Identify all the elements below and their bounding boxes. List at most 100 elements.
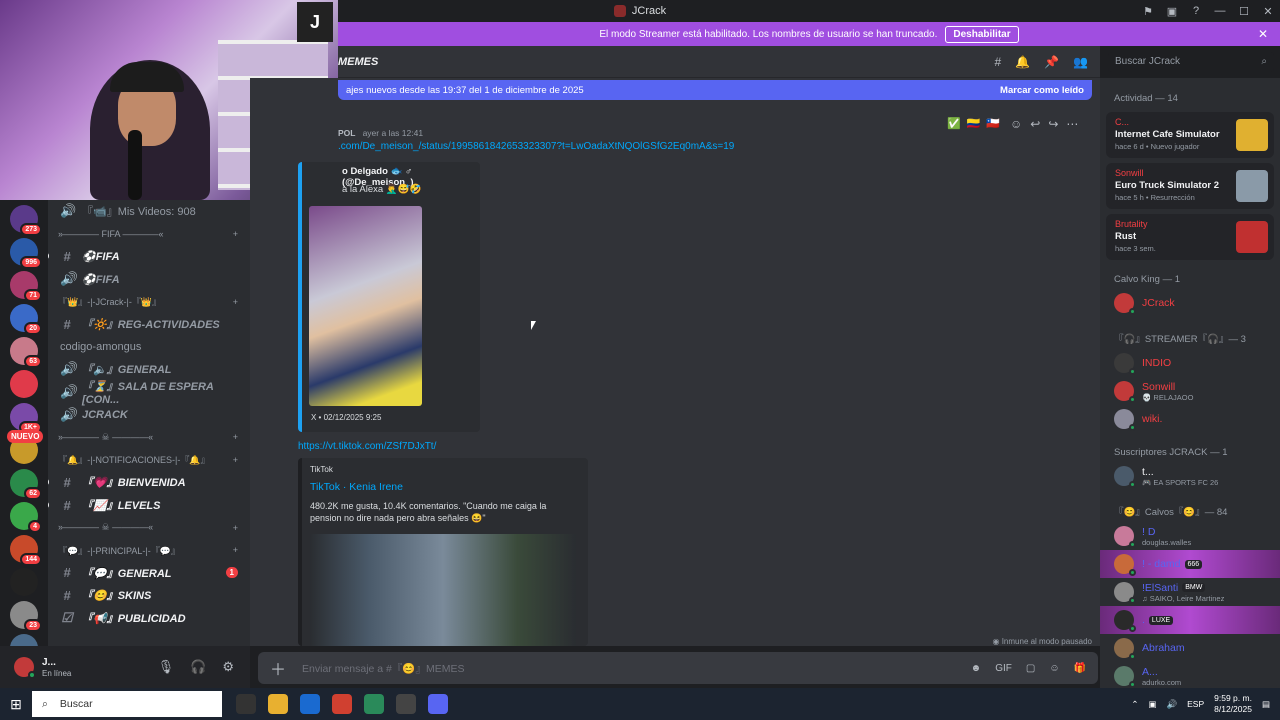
emoji-icon[interactable]: ☺ — [1049, 663, 1059, 674]
member-item[interactable]: ! Ddouglas.walles — [1100, 522, 1280, 550]
channel-item[interactable]: 🔊 JCRACK — [48, 403, 250, 426]
add-channel-icon[interactable]: + — [233, 523, 238, 533]
channel-category[interactable]: 『🔔』-|-NOTIFICACIONES-|-『🔔』 + — [48, 449, 250, 472]
channel-category[interactable]: 『💬』-|-PRINCIPAL-|-『💬』 + — [48, 539, 250, 562]
forward-icon[interactable]: ↪ — [1048, 117, 1058, 131]
add-channel-icon[interactable]: + — [233, 455, 238, 465]
tray-expand-icon[interactable]: ⌃ — [1131, 699, 1138, 710]
add-channel-icon[interactable]: + — [233, 545, 238, 555]
reaction[interactable]: ✅ — [947, 117, 961, 130]
message-author[interactable]: POL — [338, 128, 355, 138]
server-icon[interactable]: 996 — [10, 238, 42, 269]
language-indicator[interactable]: ESP — [1187, 699, 1204, 709]
member-item[interactable]: Abraham — [1100, 634, 1280, 662]
pin-icon[interactable]: 📌 — [1044, 55, 1059, 69]
gif-icon[interactable]: GIF — [995, 663, 1012, 674]
server-icon[interactable] — [10, 568, 38, 596]
search-input[interactable]: Buscar JCrack ⌕ — [1108, 52, 1274, 72]
taskbar-search[interactable]: ⌕ Buscar — [32, 691, 222, 717]
inbox-icon[interactable]: ⚑ — [1136, 5, 1160, 18]
channel-item[interactable]: ☑ 『📢』PUBLICIDAD — [48, 607, 250, 630]
member-item[interactable]: INDIO — [1100, 349, 1280, 377]
member-item[interactable]: ! - damd 666 — [1100, 550, 1280, 578]
channel-item[interactable]: # 『💗』BIENVENIDA — [48, 471, 250, 494]
add-attachment-icon[interactable]: ＋ — [270, 656, 286, 680]
clock-date[interactable]: 8/12/2025 — [1214, 704, 1252, 715]
reaction[interactable]: 🇨🇴 — [967, 117, 981, 130]
app-icon[interactable] — [364, 694, 384, 714]
bell-icon[interactable]: 🔔 — [1015, 55, 1030, 69]
more-icon[interactable]: ⋯ — [1066, 117, 1078, 131]
windows-start-icon[interactable]: ⊞ — [0, 696, 32, 713]
discord-icon[interactable] — [428, 694, 448, 714]
channel-item[interactable]: # ⚽FIFA — [48, 245, 250, 268]
reply-icon[interactable]: ↩ — [1030, 117, 1040, 131]
member-item[interactable]: wiki. — [1100, 405, 1280, 433]
server-icon[interactable] — [10, 370, 38, 398]
channel-item[interactable]: # 『😊』SKINS — [48, 584, 250, 607]
clock-time[interactable]: 9:59 p. m. — [1214, 693, 1252, 704]
sticker-icon[interactable]: ▢ — [1026, 663, 1035, 674]
channel-item[interactable]: 🔊 『📹』Mis Videos: 908 — [48, 200, 250, 223]
add-channel-icon[interactable]: + — [233, 229, 238, 239]
screen-share-icon[interactable]: ▣ — [1160, 5, 1184, 18]
chrome-icon[interactable] — [332, 694, 352, 714]
outlook-icon[interactable] — [300, 694, 320, 714]
message-composer[interactable]: ＋ Enviar mensaje a #『😊』MEMES ☻ GIF ▢ ☺ 🎁 — [258, 652, 1098, 684]
server-icon[interactable]: 144 — [10, 535, 42, 566]
help-icon[interactable]: ? — [1184, 5, 1208, 17]
server-icon[interactable]: 23 — [10, 601, 42, 632]
new-messages-bar[interactable]: ajes nuevos desde las 19:37 del 1 de dic… — [338, 80, 1092, 100]
mark-as-read-button[interactable]: Marcar como leído — [1000, 85, 1084, 96]
server-icon[interactable]: 62 — [10, 469, 42, 500]
close-icon[interactable]: ✕ — [1258, 27, 1268, 41]
members-icon[interactable]: 👥 — [1073, 55, 1088, 69]
member-item[interactable]: . LUXE — [1100, 606, 1280, 634]
reaction[interactable]: 🇨🇱 — [986, 117, 1000, 130]
embed-video-thumbnail[interactable] — [310, 534, 576, 646]
channel-item[interactable]: 🔊 ⚽FIFA — [48, 268, 250, 291]
member-item[interactable]: t... 🎮 EA SPORTS FC 26 — [1100, 462, 1280, 490]
app-icon[interactable]: ☻ — [971, 663, 982, 674]
member-item[interactable]: JCrack — [1100, 289, 1280, 317]
channel-item[interactable]: # 『🔆』REG-ACTIVIDADES — [48, 313, 250, 336]
member-item[interactable]: A... adurko.com — [1100, 662, 1280, 688]
activity-card[interactable]: C... Internet Cafe Simulator hace 6 d • Nu… — [1106, 112, 1274, 158]
maximize-button[interactable]: ☐ — [1232, 5, 1256, 18]
embed-title[interactable]: TikTok · Kenia Irene — [310, 481, 403, 493]
gear-icon[interactable]: ⚙ — [222, 659, 234, 675]
add-channel-icon[interactable]: + — [233, 432, 238, 442]
activity-card[interactable]: Brutality Rust hace 3 sem. — [1106, 214, 1274, 260]
server-icon[interactable]: 20 — [10, 304, 42, 335]
message-link[interactable]: .com/De_meison_/status/19958618426533233… — [338, 141, 734, 152]
task-view-icon[interactable] — [236, 694, 256, 714]
network-icon[interactable]: ▣ — [1149, 699, 1157, 710]
microphone-icon[interactable]: 🎙 — [158, 659, 175, 675]
volume-icon[interactable]: 🔊 — [1167, 699, 1178, 710]
channel-item[interactable]: # 『💬』GENERAL 1 — [48, 562, 250, 585]
embed-image[interactable] — [309, 206, 422, 406]
disable-streamer-button[interactable]: Deshabilitar — [945, 25, 1019, 43]
server-icon[interactable]: 273 — [10, 205, 42, 236]
member-item[interactable]: !ElSanti BMW ♫ SAIKO, Leire Martinez — [1100, 578, 1280, 606]
add-channel-icon[interactable]: + — [233, 297, 238, 307]
obs-icon[interactable] — [396, 694, 416, 714]
member-item[interactable]: Sonwill 💀 RELAJAOO — [1100, 377, 1280, 405]
channel-category[interactable]: 『👑』-|-JCrack-|-『👑』 + — [48, 290, 250, 313]
file-explorer-icon[interactable] — [268, 694, 288, 714]
minimize-button[interactable]: — — [1208, 5, 1232, 17]
activity-card[interactable]: Sonwill Euro Truck Simulator 2 hace 5 h • … — [1106, 163, 1274, 209]
channel-category[interactable]: »———— FIFA ————« + — [48, 223, 250, 246]
server-icon[interactable]: 1K+ — [10, 403, 42, 434]
server-icon[interactable]: 71 — [10, 271, 42, 302]
tiktok-link[interactable]: https://vt.tiktok.com/ZSf7DJxTt/ — [298, 441, 436, 452]
server-icon[interactable]: 63 — [10, 337, 42, 368]
threads-icon[interactable]: # — [994, 55, 1001, 69]
server-icon[interactable]: 4 — [10, 502, 42, 533]
channel-item[interactable]: 🔊 『⏳』SALA DE ESPERA [CON... — [48, 381, 250, 406]
channel-category[interactable]: »———— ☠ ————« + — [48, 516, 250, 539]
channel-item[interactable]: codigo-amongus — [48, 336, 250, 359]
close-window-button[interactable]: ✕ — [1256, 5, 1280, 18]
headphones-icon[interactable]: 🎧 — [190, 659, 206, 675]
notifications-icon[interactable]: ▤ — [1262, 699, 1270, 710]
